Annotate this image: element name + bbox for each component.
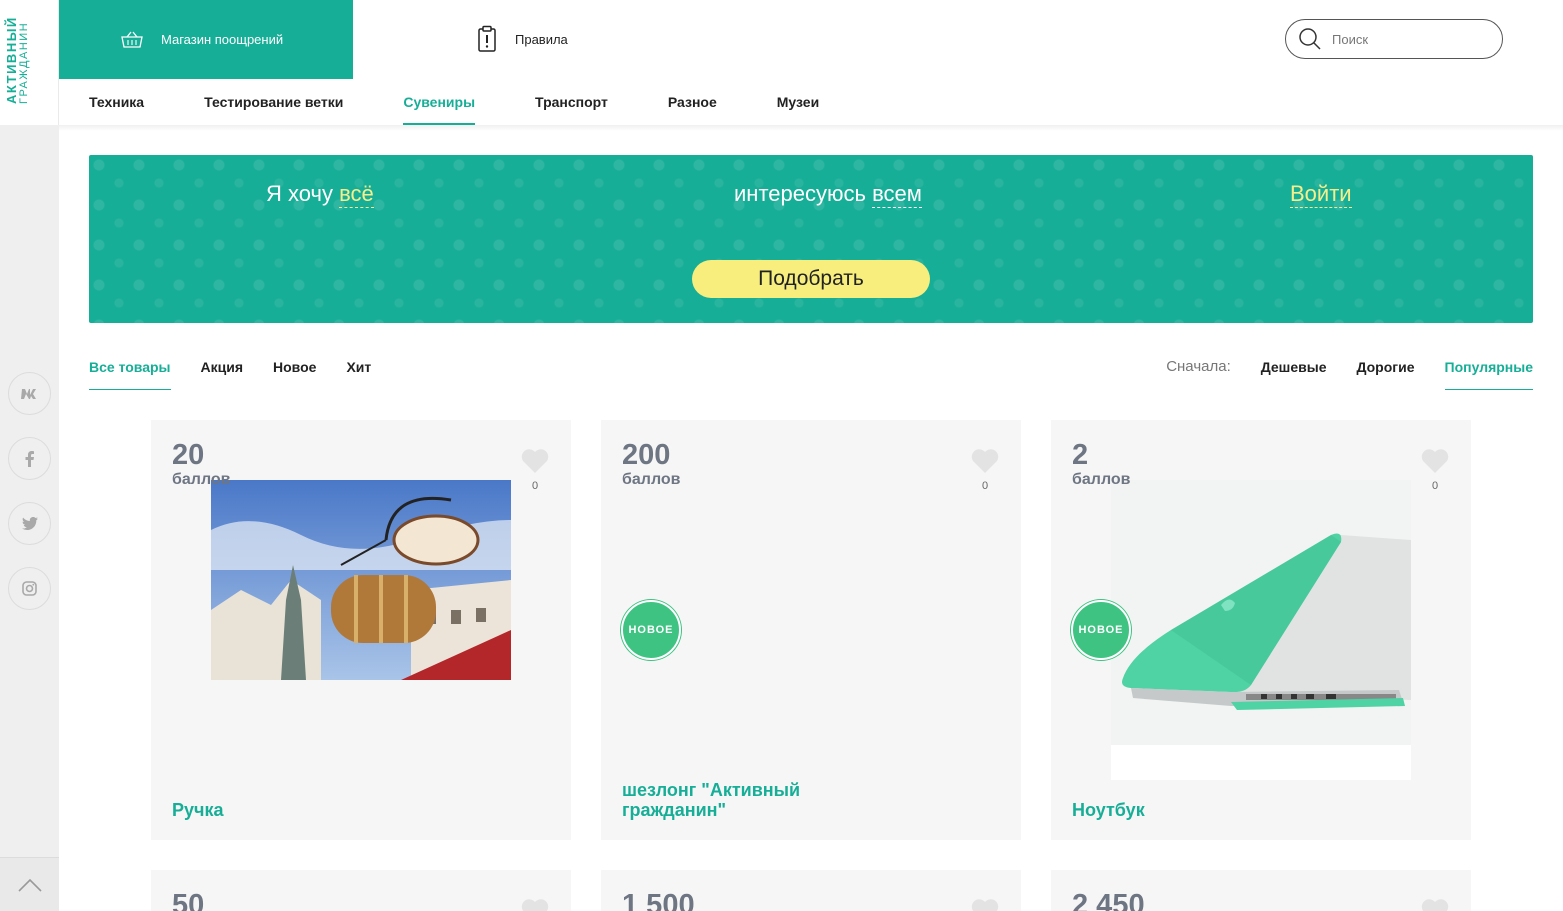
product-card[interactable]: 2 баллов 0 НОВОЕ Ноутбук — [1051, 420, 1471, 840]
product-image[interactable] — [211, 480, 511, 680]
filter-all[interactable]: Все товары — [89, 345, 171, 390]
clipboard-icon — [478, 25, 496, 52]
heart-icon — [971, 449, 999, 473]
brand-line-2: ГРАЖДАНИН — [18, 21, 30, 104]
product-price: 1 500 — [622, 889, 695, 911]
heart-icon — [521, 899, 549, 911]
search-icon — [1299, 28, 1321, 50]
category-tech[interactable]: Техника — [89, 79, 144, 125]
product-price-unit: баллов — [622, 471, 681, 488]
product-price: 2 450 — [1072, 889, 1145, 911]
like-button[interactable] — [521, 898, 549, 911]
product-card[interactable]: 200 баллов 0 НОВОЕ шезлонг "Активный гра… — [601, 420, 1021, 840]
heart-icon — [521, 449, 549, 473]
filter-new[interactable]: Новое — [273, 345, 316, 390]
category-nav: Техника Тестирование ветки Сувениры Тран… — [89, 79, 879, 125]
like-button[interactable]: 0 — [971, 448, 999, 492]
want-selector: Я хочу всё — [266, 181, 374, 208]
left-rail: АКТИВНЫЙ ГРАЖДАНИН — [0, 0, 59, 911]
sort-label: Сначала: — [1166, 358, 1231, 375]
product-name[interactable]: Ручка — [172, 800, 432, 820]
vk-icon[interactable] — [8, 372, 51, 415]
like-button[interactable]: 0 — [1421, 448, 1449, 492]
basket-icon — [121, 31, 143, 48]
like-button[interactable] — [1421, 898, 1449, 911]
want-prefix: Я хочу — [266, 181, 333, 206]
brand-logo[interactable]: АКТИВНЫЙ ГРАЖДАНИН — [0, 0, 59, 125]
product-price: 200 — [622, 439, 671, 471]
product-name[interactable]: шезлонг "Активный гражданин" — [622, 780, 882, 820]
rules-link[interactable]: Правила — [477, 25, 568, 53]
product-card[interactable]: 2 450 — [1051, 870, 1471, 911]
interest-value-dropdown[interactable]: всем — [872, 181, 922, 208]
heart-icon — [1421, 449, 1449, 473]
heart-icon — [971, 899, 999, 911]
login-link[interactable]: Войти — [1290, 181, 1352, 208]
new-badge: НОВОЕ — [621, 600, 681, 660]
rewards-shop-label: Магазин поощрений — [161, 32, 284, 47]
search-input[interactable] — [1332, 31, 1492, 47]
facebook-icon[interactable] — [8, 437, 51, 480]
product-price-unit: баллов — [172, 471, 231, 488]
filter-sale[interactable]: Акция — [201, 345, 244, 390]
search-box[interactable] — [1285, 19, 1503, 59]
category-misc[interactable]: Разное — [668, 79, 717, 125]
category-test-branch[interactable]: Тестирование ветки — [204, 79, 343, 125]
scroll-top-button[interactable] — [0, 857, 59, 911]
twitter-icon[interactable] — [8, 502, 51, 545]
product-filters: Все товары Акция Новое Хит — [89, 345, 401, 390]
category-museums[interactable]: Музеи — [777, 79, 819, 125]
heart-icon — [1421, 899, 1449, 911]
want-value-dropdown[interactable]: всё — [339, 181, 374, 208]
product-name[interactable]: Ноутбук — [1072, 800, 1332, 820]
product-image[interactable] — [1111, 480, 1411, 780]
rules-label: Правила — [515, 31, 568, 47]
product-price: 50 — [172, 889, 205, 911]
preference-banner: Я хочу всё интересуюсь всем Войти Подобр… — [89, 155, 1533, 323]
product-card[interactable]: 1 500 — [601, 870, 1021, 911]
instagram-icon[interactable] — [8, 567, 51, 610]
sort-cheap[interactable]: Дешевые — [1261, 345, 1327, 390]
pick-button[interactable]: Подобрать — [692, 260, 930, 298]
interest-prefix: интересуюсь — [734, 181, 866, 206]
chevron-up-icon — [17, 878, 42, 892]
sort-popular[interactable]: Популярные — [1444, 345, 1534, 390]
like-button[interactable] — [971, 898, 999, 911]
header-shadow — [59, 125, 1563, 131]
product-price: 2 — [1072, 439, 1089, 471]
product-price: 20 — [172, 439, 205, 471]
brand-line-1: АКТИВНЫЙ — [4, 16, 19, 104]
category-souvenirs[interactable]: Сувениры — [403, 79, 475, 125]
rewards-shop-button[interactable]: Магазин поощрений — [59, 0, 353, 79]
product-card[interactable]: 50 — [151, 870, 571, 911]
brand-text: АКТИВНЫЙ ГРАЖДАНИН — [4, 16, 30, 104]
like-count: 0 — [981, 480, 989, 492]
like-count: 0 — [1431, 480, 1439, 492]
product-card[interactable]: 20 баллов 0 Ручка — [151, 420, 571, 840]
new-badge: НОВОЕ — [1071, 600, 1131, 660]
filter-hit[interactable]: Хит — [346, 345, 371, 390]
like-button[interactable]: 0 — [521, 448, 549, 492]
category-transport[interactable]: Транспорт — [535, 79, 608, 125]
like-count: 0 — [531, 480, 539, 492]
product-price-unit: баллов — [1072, 471, 1131, 488]
sort-expensive[interactable]: Дорогие — [1356, 345, 1414, 390]
sort-bar: Сначала: Дешевые Дорогие Популярные — [1166, 345, 1534, 390]
interest-selector: интересуюсь всем — [734, 181, 922, 208]
